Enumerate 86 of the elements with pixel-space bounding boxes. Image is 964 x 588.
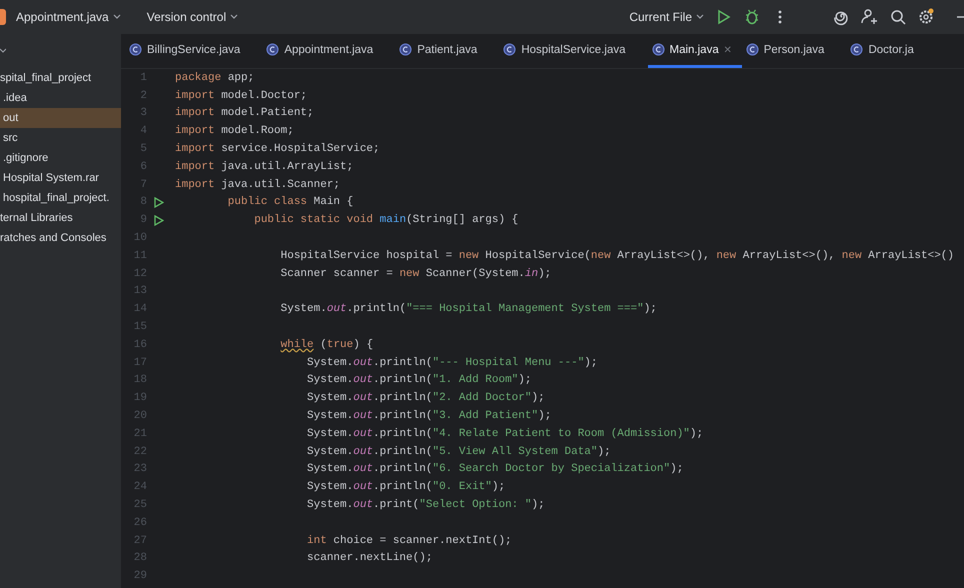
vcs-menu[interactable]: Version control: [140, 7, 244, 27]
code-line: System.out.println("2. Add Doctor");: [306, 392, 545, 404]
tree-item[interactable]: src: [0, 128, 121, 148]
run-config-menu[interactable]: Current File: [623, 7, 710, 27]
caret-icon: [696, 14, 704, 20]
run-gutter-icon[interactable]: [154, 214, 164, 226]
class-icon: [399, 43, 412, 56]
code-line: System.out.println("5. View All System Data");: [306, 446, 611, 458]
code-line: HospitalService hospital = new HospitalService(new ArrayList<>(), new ArrayList<>(), new ArrayList<>(): [280, 250, 954, 262]
code-line: public static void main(String[] args) {: [253, 214, 518, 226]
tree-item[interactable]: Hospital System.rar: [0, 168, 121, 188]
code-line: System.out.println("1. Add Room");: [306, 374, 532, 386]
caret-icon: [230, 14, 238, 20]
code-line: System.out.println("3. Add Patient");: [306, 410, 552, 422]
editor-tab[interactable]: Person.java: [742, 34, 846, 68]
run-gutter-icon[interactable]: [154, 196, 164, 208]
code-line: scanner.nextLine();: [306, 552, 432, 564]
line-number: 8: [139, 196, 147, 208]
line-number: 28: [132, 552, 147, 564]
line-number: 14: [132, 303, 147, 316]
code-line: import model.Patient;: [174, 107, 314, 120]
line-number: 26: [132, 516, 147, 529]
editor-tab[interactable]: Patient.java: [395, 34, 500, 68]
code-line: while (true) {: [280, 338, 374, 351]
code-line: package app;: [174, 72, 254, 84]
tree-item[interactable]: spital_final_project: [0, 68, 121, 88]
code-line: System.out.println("0. Exit");: [306, 481, 506, 494]
class-icon: [652, 43, 664, 56]
line-number: 22: [132, 446, 147, 458]
line-number: 23: [132, 463, 147, 476]
class-icon: [503, 43, 516, 56]
line-number: 24: [132, 481, 147, 494]
line-number: 7: [139, 178, 147, 191]
code-line: import model.Doctor;: [174, 90, 308, 102]
tree-item[interactable]: out: [0, 108, 121, 128]
editor-tab[interactable]: HospitalService.java: [499, 34, 648, 68]
file-menu[interactable]: Appointment.java: [10, 7, 127, 27]
line-number: 19: [132, 392, 147, 404]
line-number: 17: [132, 356, 147, 369]
code-line: System.out.println("4. Relate Patient to Room (Admission)");: [306, 428, 704, 440]
line-number: 10: [132, 232, 147, 244]
line-number: 5: [139, 143, 147, 156]
line-number: 15: [132, 321, 147, 334]
editor-tab[interactable]: Doctor.ja: [846, 34, 936, 68]
line-number: 6: [139, 160, 147, 173]
line-number: 21: [132, 428, 147, 440]
code-line: import java.util.Scanner;: [174, 178, 340, 191]
chevron-icon[interactable]: [0, 48, 6, 54]
code-line: import service.HospitalService;: [174, 143, 380, 156]
class-icon: [850, 43, 864, 56]
code-line: import model.Room;: [174, 125, 294, 138]
line-number: 16: [132, 338, 147, 351]
line-number: 1: [139, 72, 147, 84]
class-icon: [266, 43, 280, 56]
editor-tab[interactable]: Appointment.java: [262, 34, 396, 68]
line-number: 29: [132, 570, 147, 582]
code-line: int choice = scanner.nextInt();: [306, 534, 512, 547]
tree-item[interactable]: ratches and Consoles: [0, 228, 121, 248]
tree-item[interactable]: ternal Libraries: [0, 208, 121, 228]
line-number: 11: [132, 250, 147, 262]
line-number: 2: [139, 90, 147, 102]
class-icon: [746, 43, 759, 56]
tree-item[interactable]: .gitignore: [0, 148, 121, 168]
editor-tab[interactable]: BillingService.java: [125, 34, 262, 68]
tree-item[interactable]: hospital_final_project.: [0, 188, 121, 208]
editor-tab[interactable]: Main.java ✕: [648, 34, 742, 68]
code-line: import java.util.ArrayList;: [174, 160, 354, 173]
line-number: 20: [132, 410, 147, 422]
code-line: System.out.println("6. Search Doctor by Specialization");: [306, 463, 684, 476]
class-icon: [129, 43, 142, 56]
code-line: System.out.println("=== Hospital Management System ===");: [280, 303, 657, 316]
code-line: public class Main {: [226, 196, 354, 208]
line-number: 27: [132, 534, 147, 547]
caret-icon: [112, 14, 121, 20]
line-number: 3: [139, 107, 147, 120]
code-line: Scanner scanner = new Scanner(System.in);: [280, 268, 552, 280]
project-icon: [0, 9, 6, 25]
code-line: System.out.println("--- Hospital Menu ---");: [306, 356, 598, 369]
line-number: 18: [132, 374, 147, 386]
line-number: 12: [132, 268, 147, 280]
line-number: 9: [139, 214, 147, 226]
code-line: System.out.print("Select Option: ");: [306, 499, 545, 512]
line-number: 4: [139, 125, 147, 138]
tree-item[interactable]: .idea: [0, 88, 121, 108]
line-number: 25: [132, 499, 147, 512]
line-number: 13: [132, 285, 147, 298]
